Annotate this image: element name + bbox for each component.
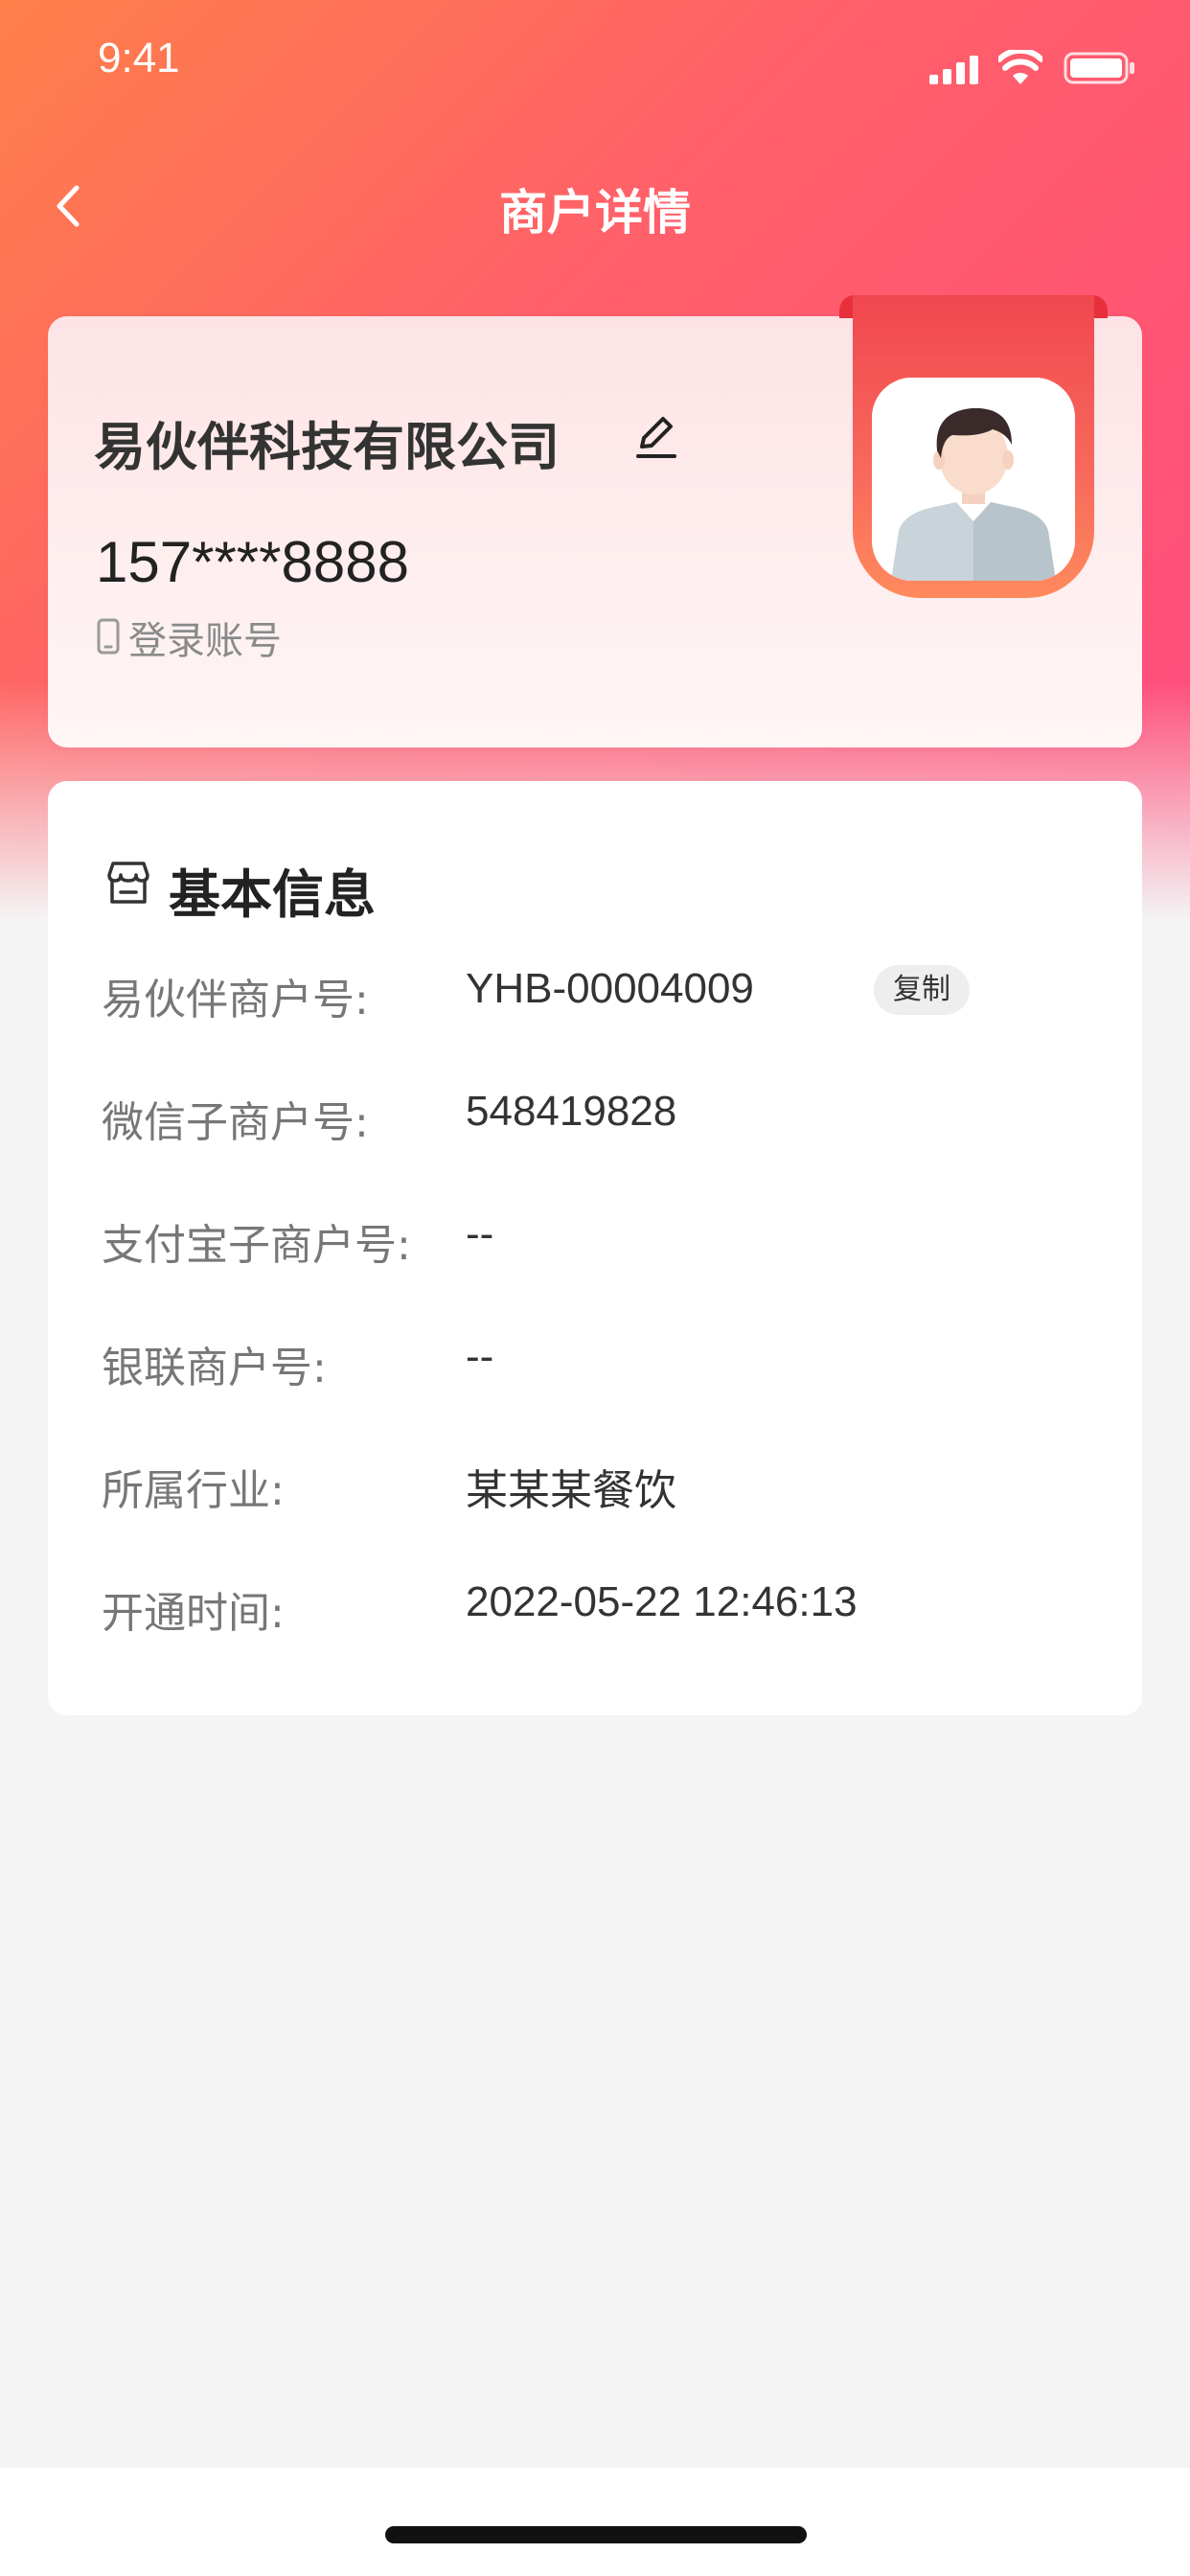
info-value: 2022-05-22 12:46:13 bbox=[466, 1578, 858, 1625]
battery-icon bbox=[1064, 52, 1134, 84]
info-label: 开通时间: bbox=[102, 1589, 285, 1638]
navigation-bar: 商户详情 bbox=[0, 163, 1190, 249]
info-value: 某某某餐饮 bbox=[466, 1466, 676, 1515]
pencil-icon[interactable] bbox=[629, 408, 682, 462]
info-row-wechat-merchant-id: 微信子商户号: 548419828 bbox=[102, 1082, 1098, 1149]
status-bar: 9:41 bbox=[0, 0, 1190, 125]
info-label: 支付宝子商户号: bbox=[102, 1221, 411, 1270]
info-value: -- bbox=[466, 1210, 494, 1257]
user-avatar bbox=[872, 378, 1075, 581]
phone-icon bbox=[97, 618, 120, 655]
info-label: 易伙伴商户号: bbox=[102, 976, 369, 1024]
copy-button[interactable]: 复制 bbox=[874, 965, 970, 1015]
info-label: 银联商户号: bbox=[102, 1344, 327, 1392]
info-row-alipay-merchant-id: 支付宝子商户号: -- bbox=[102, 1205, 1098, 1272]
info-row-open-time: 开通时间: 2022-05-22 12:46:13 bbox=[102, 1573, 1098, 1640]
info-label: 所属行业: bbox=[102, 1466, 285, 1515]
page-title: 商户详情 bbox=[499, 185, 691, 241]
status-time: 9:41 bbox=[98, 34, 180, 81]
merchant-name: 易伙伴科技有限公司 bbox=[94, 417, 560, 477]
info-value: 548419828 bbox=[466, 1088, 677, 1135]
info-value: YHB-00004009 bbox=[466, 965, 754, 1012]
wifi-icon bbox=[998, 50, 1042, 84]
store-icon bbox=[107, 862, 149, 904]
home-indicator[interactable] bbox=[385, 2526, 807, 2543]
cellular-signal-icon bbox=[929, 56, 981, 84]
info-value: -- bbox=[466, 1333, 494, 1380]
phone-number: 157****8888 bbox=[96, 530, 409, 594]
info-row-unionpay-merchant-id: 银联商户号: -- bbox=[102, 1327, 1098, 1394]
status-icons bbox=[906, 48, 1136, 86]
info-row-yhb-merchant-id: 易伙伴商户号: YHB-00004009 复制 bbox=[102, 959, 1098, 1026]
info-label: 微信子商户号: bbox=[102, 1098, 369, 1147]
avatar-illustration bbox=[872, 378, 1075, 581]
section-title: 基本信息 bbox=[169, 864, 376, 925]
info-row-industry: 所属行业: 某某某餐饮 bbox=[102, 1450, 1098, 1517]
basic-info-card: 基本信息 易伙伴商户号: YHB-00004009 复制 微信子商户号: 548… bbox=[48, 781, 1142, 1715]
bottom-safe-area bbox=[0, 2468, 1190, 2576]
login-account-label: 登录账号 bbox=[128, 619, 282, 663]
